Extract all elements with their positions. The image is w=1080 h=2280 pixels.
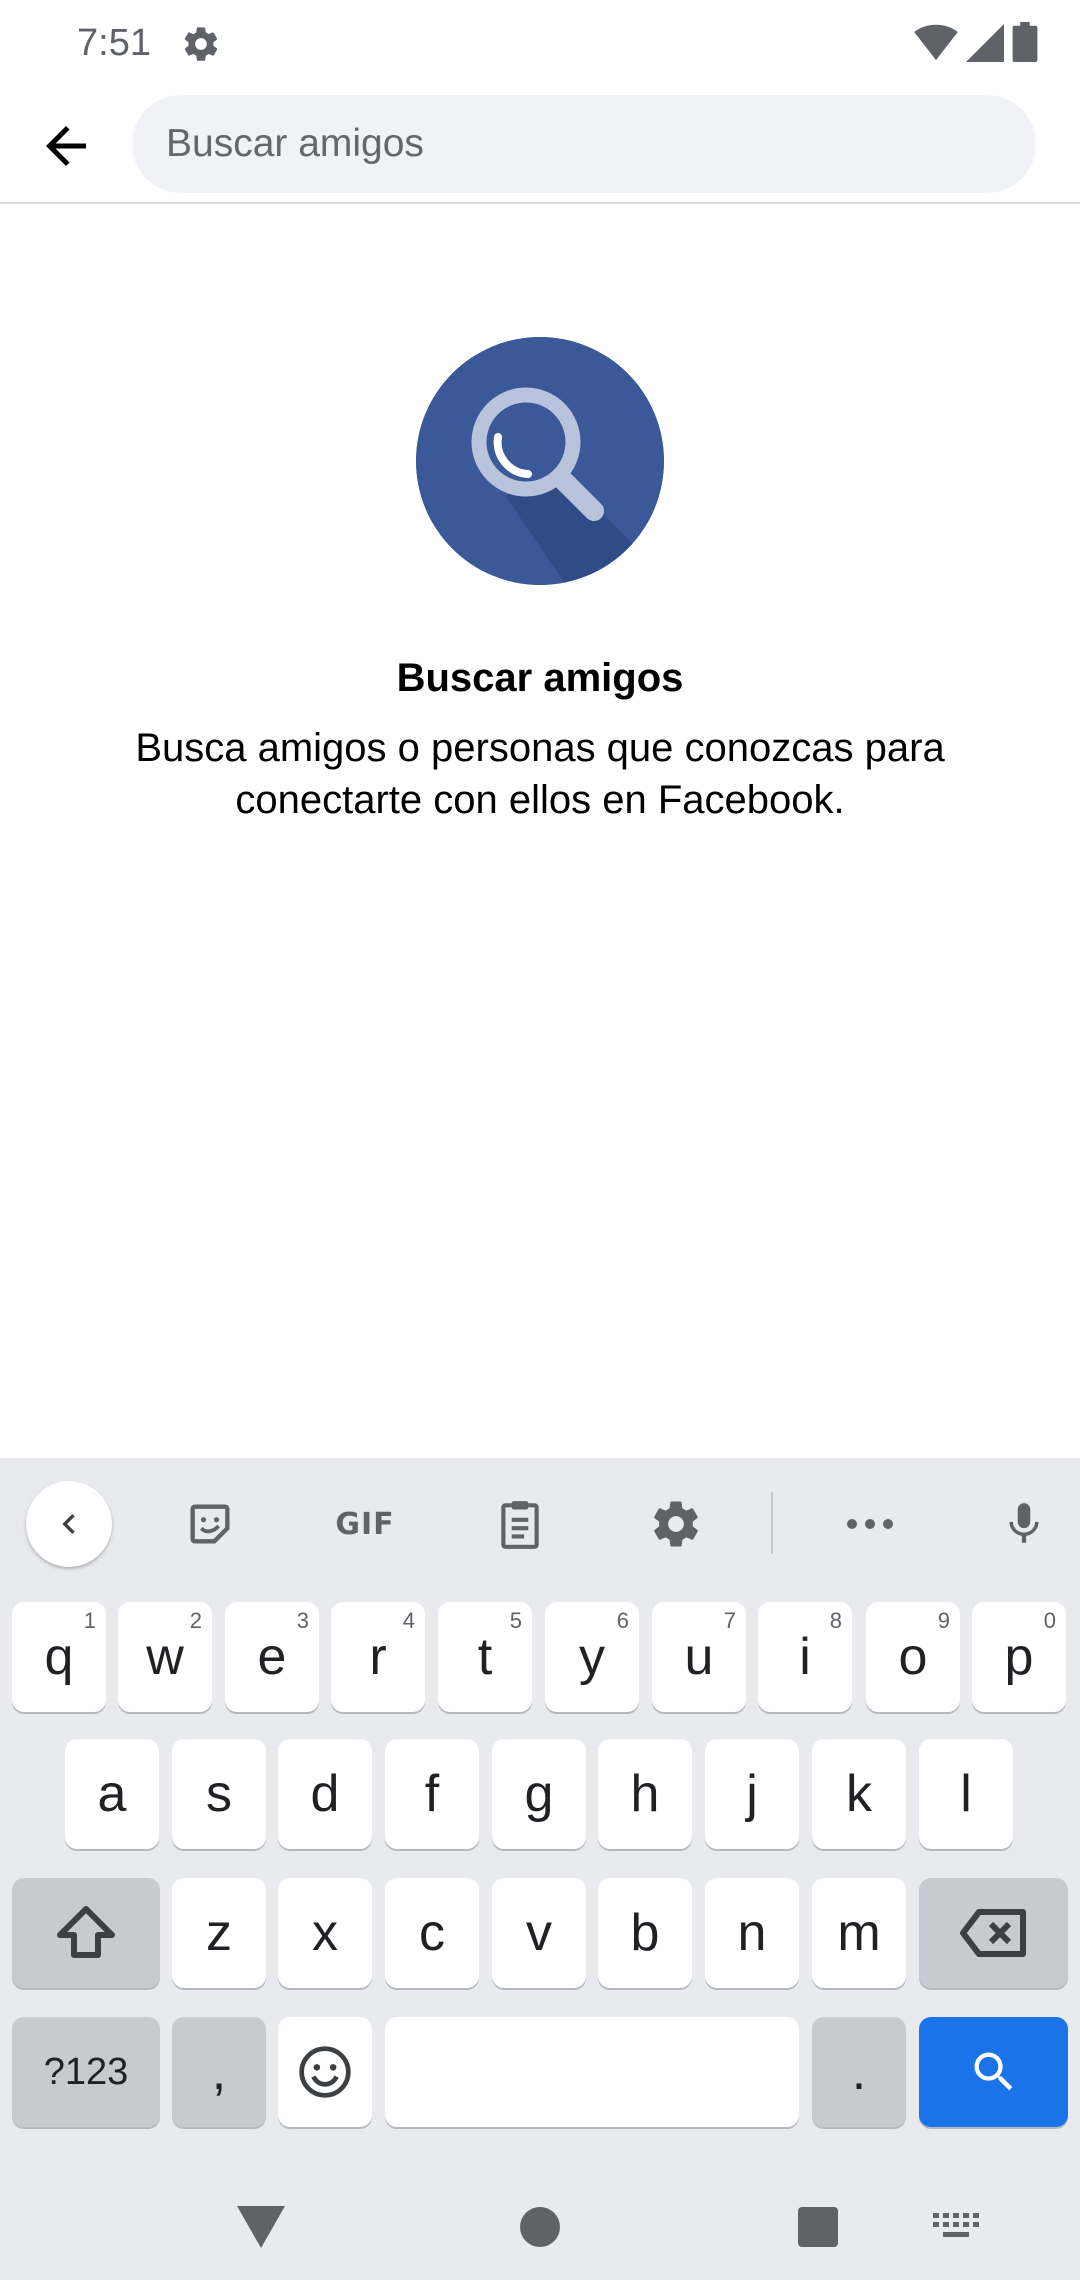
keyboard-icon <box>933 2213 979 2237</box>
key-u[interactable]: u7 <box>652 1602 746 1712</box>
key-p[interactable]: p0 <box>972 1602 1066 1712</box>
space-key[interactable] <box>385 2017 799 2127</box>
arrow-left-icon <box>46 126 86 166</box>
gif-button[interactable]: GIF <box>320 1480 410 1568</box>
circle-icon <box>520 2207 560 2247</box>
key-i[interactable]: i8 <box>758 1602 852 1712</box>
back-button[interactable] <box>22 102 110 190</box>
key-h[interactable]: h <box>598 1739 692 1849</box>
chevron-left-icon <box>62 1514 75 1534</box>
search-key[interactable] <box>919 2017 1068 2127</box>
keyboard-settings-button[interactable] <box>632 1480 720 1568</box>
nav-back-button[interactable] <box>221 2192 301 2262</box>
key-r[interactable]: r4 <box>331 1602 425 1712</box>
battery-icon <box>1012 22 1038 62</box>
key-d[interactable]: d <box>278 1739 372 1849</box>
settings-icon <box>181 24 221 64</box>
navigation-bar <box>0 2174 1080 2280</box>
key-g[interactable]: g <box>492 1739 586 1849</box>
status-icons <box>914 22 1038 62</box>
empty-state-title: Buscar amigos <box>396 656 684 700</box>
shift-key[interactable] <box>12 1878 160 1988</box>
key-l[interactable]: l <box>919 1739 1013 1849</box>
search-header <box>0 88 1080 204</box>
clipboard-button[interactable] <box>476 1480 564 1568</box>
key-e[interactable]: e3 <box>225 1602 319 1712</box>
key-q[interactable]: q1 <box>12 1602 106 1712</box>
emoji-key[interactable] <box>278 2017 372 2127</box>
key-s[interactable]: s <box>172 1739 266 1849</box>
more-button[interactable] <box>826 1480 914 1568</box>
cell-signal-icon <box>966 22 1004 62</box>
keyboard-switch-button[interactable] <box>916 2192 996 2262</box>
search-icon <box>974 2052 1012 2091</box>
magnifier-circle-icon <box>416 337 664 585</box>
nav-home-button[interactable] <box>500 2192 580 2262</box>
key-z[interactable]: z <box>172 1878 266 1988</box>
search-input[interactable] <box>132 95 1036 193</box>
nav-recents-button[interactable] <box>778 2192 858 2262</box>
mic-icon <box>1009 1503 1039 1543</box>
keyboard-toolbar: GIF <box>0 1458 1080 1590</box>
key-b[interactable]: b <box>598 1878 692 1988</box>
comma-key[interactable]: , <box>172 2017 266 2127</box>
key-y[interactable]: y6 <box>545 1602 639 1712</box>
keyboard-collapse-button[interactable] <box>26 1481 112 1567</box>
sticker-icon <box>190 1504 230 1544</box>
sticker-button[interactable] <box>166 1480 254 1568</box>
key-c[interactable]: c <box>385 1878 479 1988</box>
key-o[interactable]: o9 <box>866 1602 960 1712</box>
key-k[interactable]: k <box>812 1739 906 1849</box>
gif-icon: GIF <box>335 1506 395 1542</box>
key-j[interactable]: j <box>705 1739 799 1849</box>
square-icon <box>798 2207 838 2247</box>
backspace-icon <box>959 1909 1026 1957</box>
key-n[interactable]: n <box>705 1878 799 1988</box>
clipboard-icon <box>501 1501 539 1549</box>
key-f[interactable]: f <box>385 1739 479 1849</box>
toolbar-divider <box>771 1492 773 1554</box>
shift-icon <box>57 1906 115 1958</box>
triangle-down-icon <box>237 2206 285 2248</box>
wifi-icon <box>914 22 958 62</box>
key-x[interactable]: x <box>278 1878 372 1988</box>
voice-input-button[interactable] <box>980 1480 1068 1568</box>
gear-icon <box>654 1501 698 1547</box>
key-t[interactable]: t5 <box>438 1602 532 1712</box>
key-a[interactable]: a <box>65 1739 159 1849</box>
empty-state-description: Busca amigos o personas que conozcas par… <box>135 726 945 822</box>
key-v[interactable]: v <box>492 1878 586 1988</box>
key-m[interactable]: m <box>812 1878 906 1988</box>
symbols-key[interactable]: ?123 <box>12 2017 160 2127</box>
status-time: 7:51 <box>77 22 151 64</box>
keyboard: GIF q1 w2 e3 r4 t5 y6 u7 i8 o9 p0 a s d … <box>0 1458 1080 2174</box>
more-icon <box>847 1519 893 1529</box>
emoji-icon <box>299 2046 351 2098</box>
period-key[interactable]: . <box>812 2017 906 2127</box>
key-w[interactable]: w2 <box>118 1602 212 1712</box>
status-bar: 7:51 <box>0 0 1080 88</box>
backspace-key[interactable] <box>919 1878 1068 1988</box>
